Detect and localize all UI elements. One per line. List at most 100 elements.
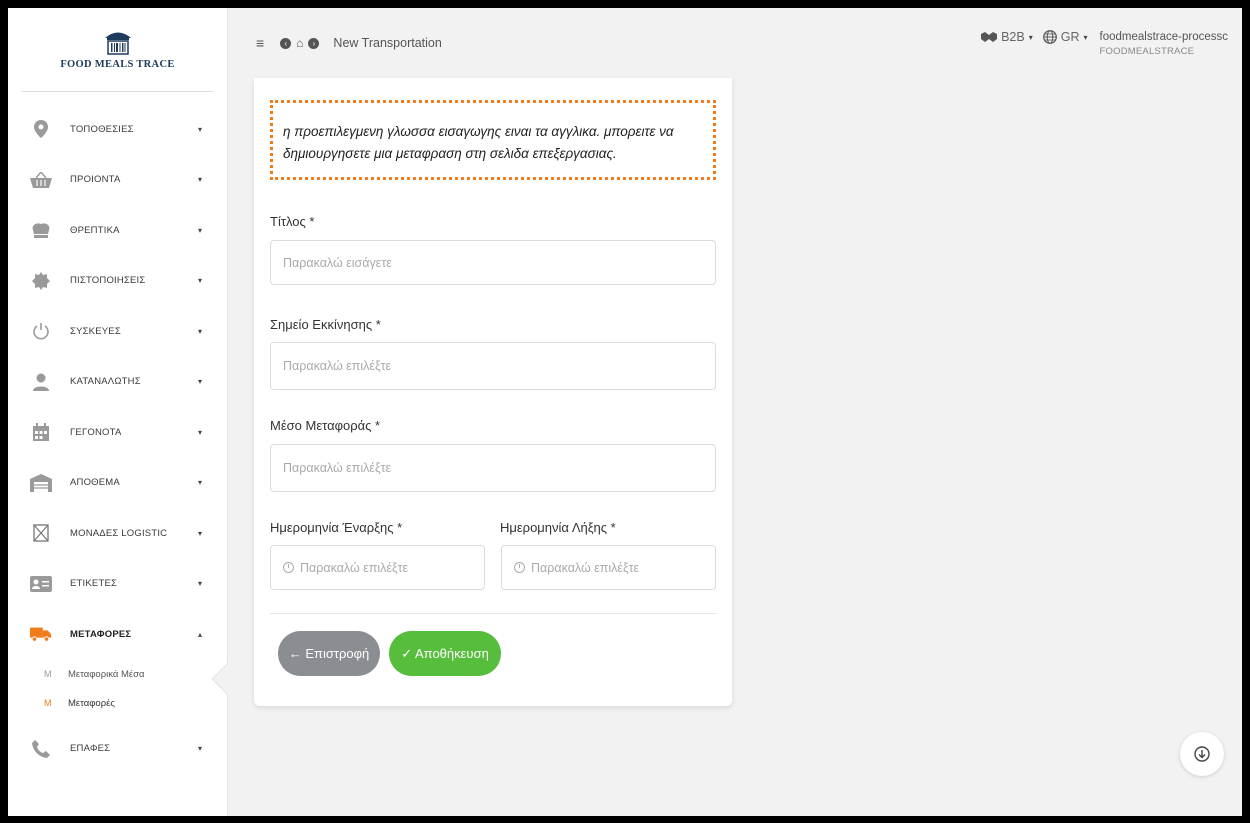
chevron-down-icon: ▾	[197, 175, 202, 185]
clock-icon	[514, 562, 525, 573]
chevron-down-icon: ▾	[1028, 32, 1033, 42]
title-placeholder: Παρακαλώ εισάγετε	[283, 255, 392, 270]
transportation-form-card: η προεπιλεγμενη γλωσσα εισαγωγης ειναι τ…	[254, 78, 732, 706]
chef-hat-icon	[30, 219, 52, 241]
brand-logo[interactable]: FOOD MEALS TRACE	[22, 8, 213, 92]
box-icon	[30, 522, 52, 544]
chevron-down-icon: ▾	[197, 276, 202, 286]
end-date-placeholder: Παρακαλώ επιλέξτε	[531, 560, 640, 575]
scroll-down-button[interactable]	[1180, 732, 1224, 776]
submenu-item-label: Μεταφορές	[68, 697, 115, 709]
hamburger-menu-icon[interactable]: ≡	[256, 35, 264, 51]
sidebar-item-locations[interactable]: ΤΟΠΟΘΕΣΙΕΣ ▾	[8, 104, 227, 155]
sidebar-item-devices[interactable]: ΣΥΣΚΕΥΕΣ ▾	[8, 306, 227, 357]
start-date-placeholder: Παρακαλώ επιλέξτε	[300, 560, 409, 575]
transport-means-label: Μέσο Μεταφοράς *	[270, 418, 381, 433]
sidebar-item-products[interactable]: ΠΡΟΙΟΝΤΑ ▾	[8, 155, 227, 206]
page-title: New Transportation	[333, 36, 442, 50]
title-label: Τίτλος *	[270, 214, 315, 229]
sidebar-nav: ΤΟΠΟΘΕΣΙΕΣ ▾ ΠΡΟΙΟΝΤΑ ▾ ΘΡΕΠΤΙΚΑ ▾ ΠΙΣΤΟ…	[8, 104, 227, 660]
submenu-item-transport-means[interactable]: M Μεταφορικά Μέσα	[8, 660, 227, 689]
title-input[interactable]: Παρακαλώ εισάγετε	[270, 240, 716, 285]
top-bar: ≡ ‹ ⌂ › New Transportation B2B ▾ GR ▾ fo…	[228, 8, 1242, 78]
sidebar-item-labels[interactable]: ΕΤΙΚΕΤΕΣ ▾	[8, 559, 227, 610]
truck-icon	[30, 623, 52, 645]
history-nav: ‹ ⌂ ›	[280, 36, 320, 50]
power-icon	[30, 320, 52, 342]
sidebar-item-nutrients[interactable]: ΘΡΕΠΤΙΚΑ ▾	[8, 205, 227, 256]
start-point-label: Σημείο Εκκίνησης *	[270, 317, 381, 332]
form-divider	[270, 613, 716, 614]
handshake-icon	[981, 32, 998, 42]
sidebar-item-label: ΠΡΟΙΟΝΤΑ	[70, 174, 121, 186]
basket-icon	[30, 169, 52, 191]
phone-icon	[30, 738, 52, 760]
clock-icon	[283, 562, 294, 573]
forward-arrow-icon[interactable]: ›	[308, 37, 320, 49]
transport-means-select[interactable]: Παρακαλώ επιλέξτε	[270, 444, 716, 492]
barcode-logo-icon	[104, 32, 131, 55]
transport-means-placeholder: Παρακαλώ επιλέξτε	[283, 461, 392, 475]
user-name: foodmealstrace-processc	[1099, 31, 1228, 43]
submenu-marker: M	[44, 669, 52, 679]
sidebar-item-consumer[interactable]: ΚΑΤΑΝΑΛΩΤΗΣ ▾	[8, 357, 227, 408]
certificate-seal-icon	[30, 270, 52, 292]
sidebar-item-label: ΓΕΓΟΝΟΤΑ	[70, 426, 122, 438]
user-organization: FOODMEALSTRACE	[1099, 45, 1195, 57]
chevron-down-icon: ▾	[197, 124, 202, 134]
b2b-label: B2B	[1001, 30, 1025, 44]
end-date-label: Ημερομηνία Λήξης *	[500, 520, 616, 535]
sidebar-item-label: ΣΥΣΚΕΥΕΣ	[70, 325, 121, 337]
chevron-down-icon: ▾	[197, 478, 202, 488]
app-frame: FOOD MEALS TRACE ΤΟΠΟΘΕΣΙΕΣ ▾ ΠΡΟΙΟΝΤΑ ▾	[8, 8, 1242, 816]
end-date-picker[interactable]: Παρακαλώ επιλέξτε	[501, 545, 716, 590]
chevron-down-icon: ▾	[197, 225, 202, 235]
warehouse-icon	[30, 472, 52, 494]
sidebar-item-label: ΘΡΕΠΤΙΚΑ	[70, 224, 120, 236]
home-icon[interactable]: ⌂	[296, 36, 303, 50]
sidebar-item-events[interactable]: ΓΕΓΟΝΟΤΑ ▾	[8, 407, 227, 458]
language-label: GR	[1060, 30, 1080, 44]
sidebar-item-label: ΕΤΙΚΕΤΕΣ	[70, 578, 118, 590]
sidebar-item-label: ΚΑΤΑΝΑΛΩΤΗΣ	[70, 376, 141, 388]
chevron-down-icon: ▾	[197, 528, 202, 538]
chevron-down-icon: ▾	[197, 326, 202, 336]
user-icon	[30, 371, 52, 393]
sidebar-item-label: ΠΙΣΤΟΠΟΙΗΣΕΙΣ	[70, 275, 146, 287]
start-date-picker[interactable]: Παρακαλώ επιλέξτε	[270, 545, 485, 590]
submenu-marker: M	[44, 698, 52, 708]
user-menu[interactable]: foodmealstrace-processc FOODMEALSTRACE	[1100, 30, 1228, 58]
chevron-down-icon: ▾	[197, 579, 202, 589]
id-card-icon	[30, 573, 52, 595]
chevron-down-icon: ▾	[197, 377, 202, 387]
start-point-select[interactable]: Παρακαλώ επιλέξτε	[270, 342, 716, 390]
sidebar-nav-bottom: ΕΠΑΦΕΣ ▾	[8, 724, 227, 775]
language-dropdown[interactable]: GR ▾	[1042, 30, 1088, 44]
start-date-label: Ημερομηνία Έναρξης *	[270, 520, 403, 535]
top-right-controls: B2B ▾ GR ▾ foodmealstrace-processc FOODM…	[981, 30, 1228, 58]
save-button[interactable]: ✓ Αποθήκευση	[389, 631, 501, 676]
back-arrow-icon[interactable]: ‹	[280, 37, 292, 49]
sidebar-item-stock[interactable]: ΑΠΟΘΕΜΑ ▾	[8, 458, 227, 509]
submenu-item-transportations[interactable]: M Μεταφορές	[8, 689, 227, 718]
sidebar-item-transportations[interactable]: ΜΕΤΑΦΟΡΕΣ ▴	[8, 609, 227, 660]
chevron-up-icon: ▴	[197, 629, 202, 639]
language-notice: η προεπιλεγμενη γλωσσα εισαγωγης ειναι τ…	[270, 100, 716, 180]
start-point-placeholder: Παρακαλώ επιλέξτε	[283, 359, 392, 373]
globe-icon	[1042, 30, 1057, 44]
transportations-submenu: M Μεταφορικά Μέσα M Μεταφορές	[8, 660, 227, 718]
sidebar-item-label: ΜΟΝΑΔΕΣ LOGISTIC	[70, 527, 168, 539]
sidebar-item-certifications[interactable]: ΠΙΣΤΟΠΟΙΗΣΕΙΣ ▾	[8, 256, 227, 307]
sidebar-item-label: ΑΠΟΘΕΜΑ	[70, 477, 120, 489]
location-pin-icon	[30, 118, 52, 140]
submenu-item-label: Μεταφορικά Μέσα	[68, 668, 145, 680]
chevron-down-icon: ▾	[197, 427, 202, 437]
back-button[interactable]: ← Επιστροφή	[278, 631, 380, 676]
b2b-dropdown[interactable]: B2B ▾	[981, 30, 1033, 44]
chevron-down-icon: ▾	[197, 744, 202, 754]
sidebar-item-logistic-units[interactable]: ΜΟΝΑΔΕΣ LOGISTIC ▾	[8, 508, 227, 559]
brand-name: FOOD MEALS TRACE	[60, 59, 175, 70]
calendar-icon	[30, 421, 52, 443]
sidebar: FOOD MEALS TRACE ΤΟΠΟΘΕΣΙΕΣ ▾ ΠΡΟΙΟΝΤΑ ▾	[8, 8, 228, 816]
sidebar-item-contacts[interactable]: ΕΠΑΦΕΣ ▾	[8, 724, 227, 775]
